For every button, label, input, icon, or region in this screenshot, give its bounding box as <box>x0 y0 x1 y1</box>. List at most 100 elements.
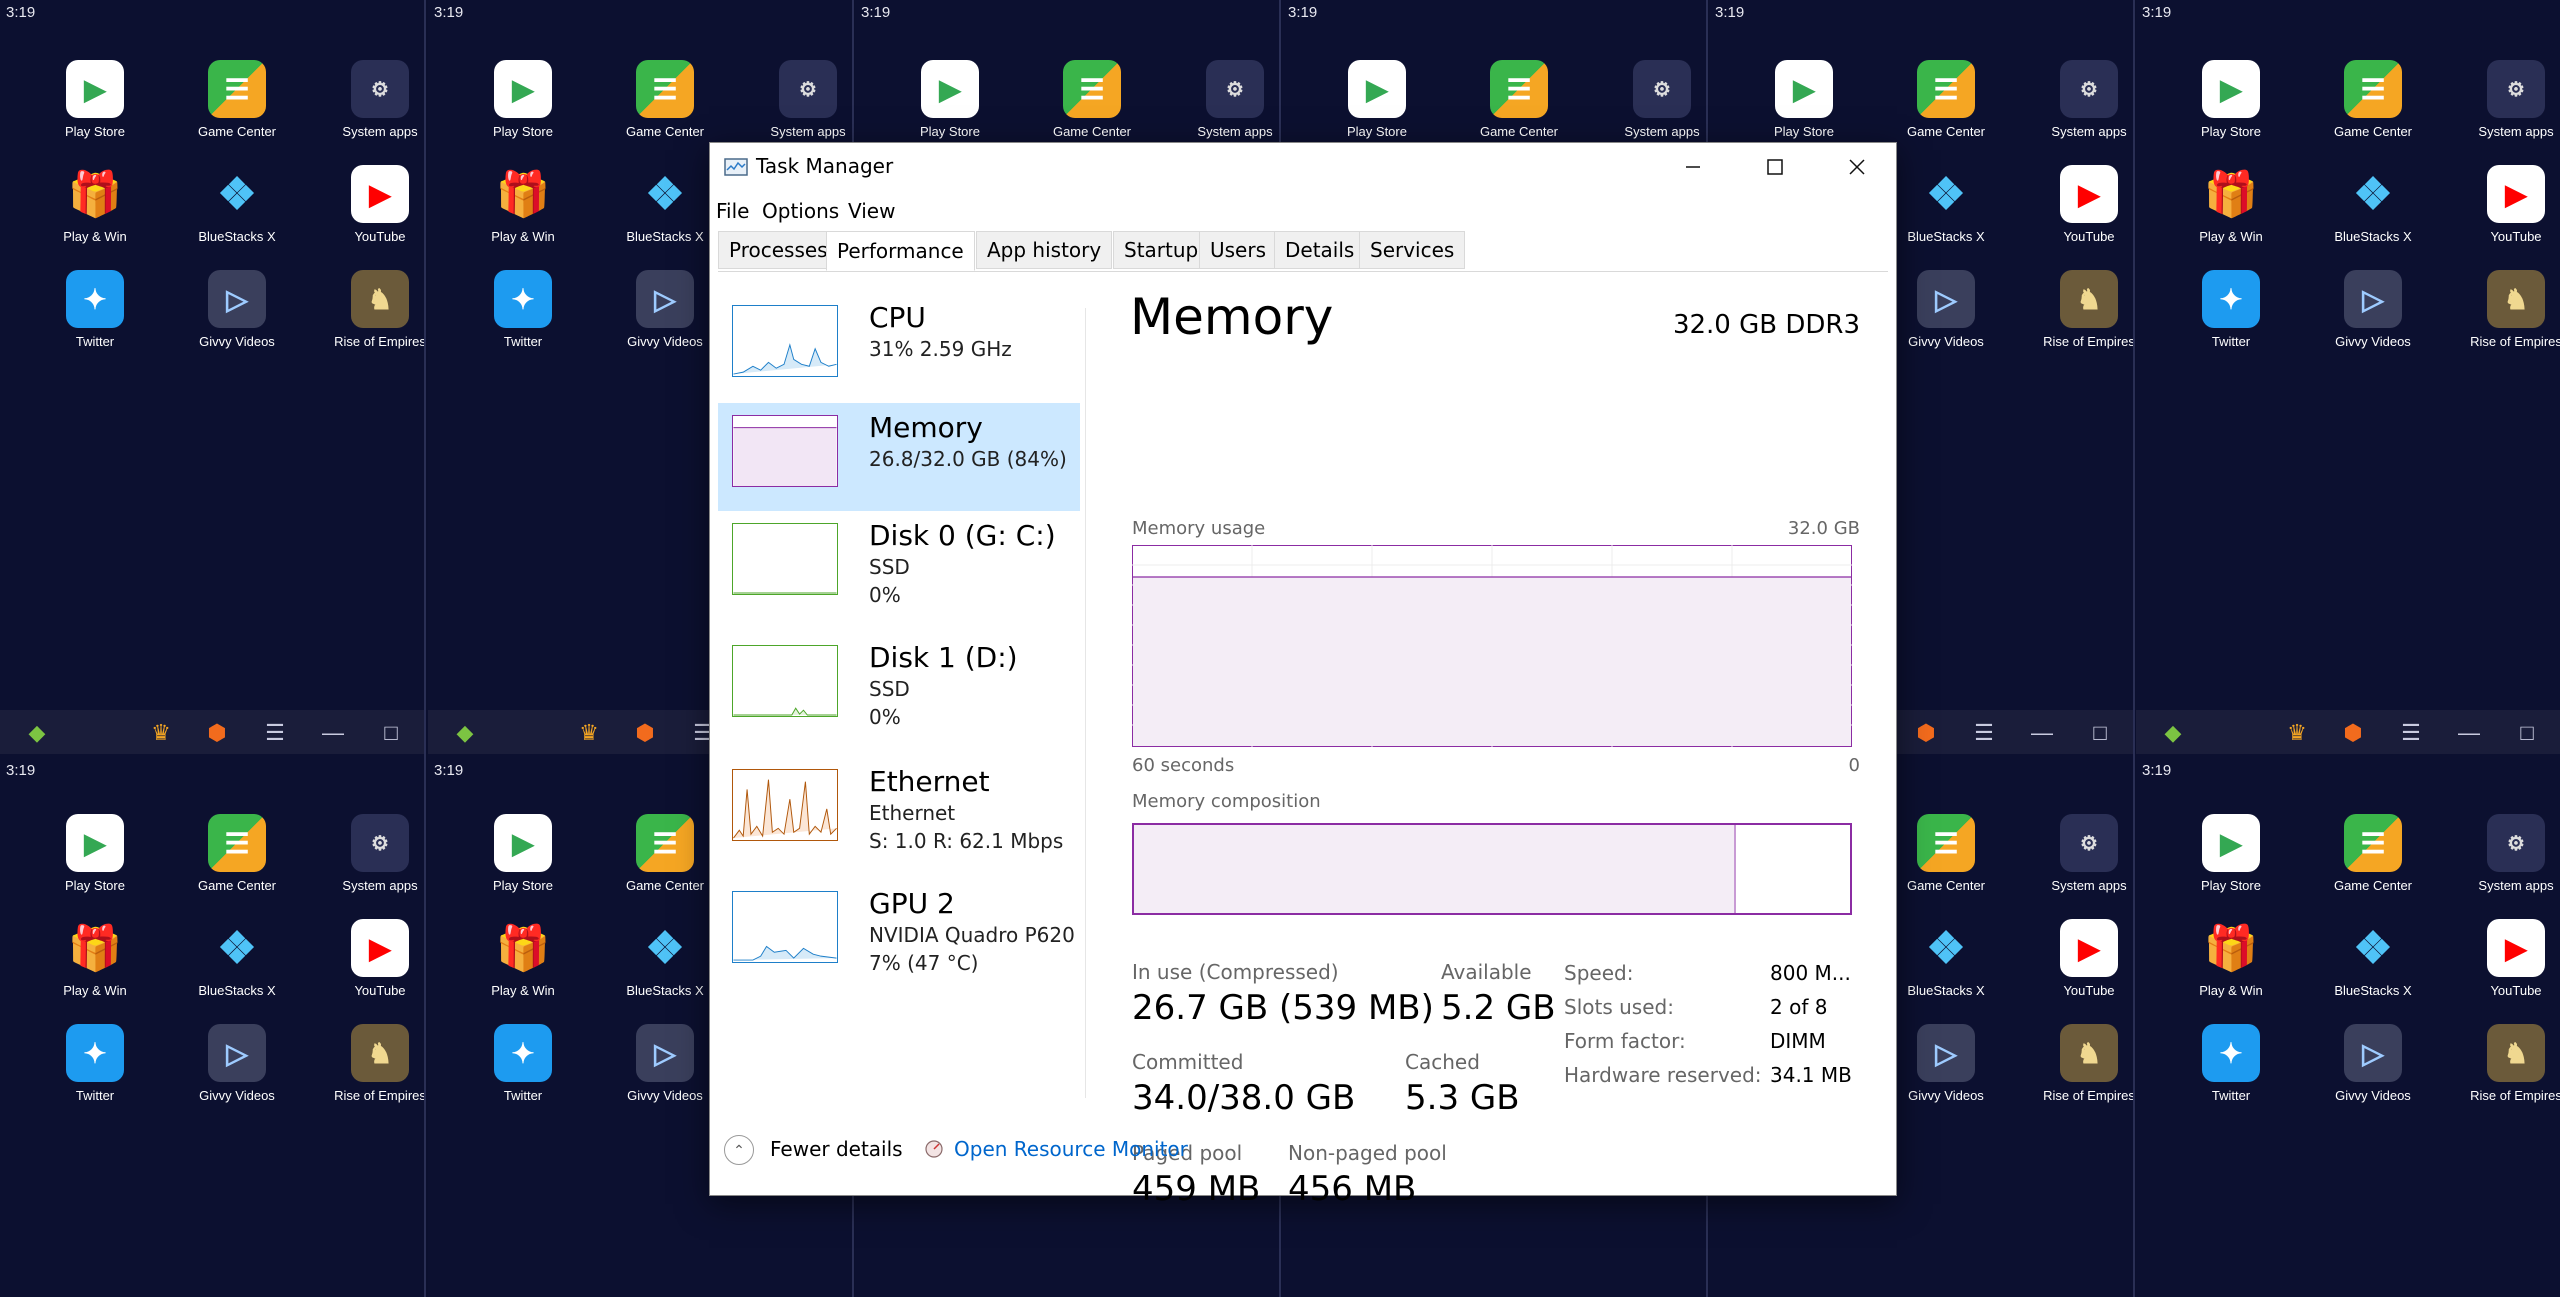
app-bluestacks-x[interactable]: ❖ BlueStacks X <box>605 919 725 999</box>
menu-file[interactable]: File <box>716 199 749 223</box>
resource-memory[interactable]: Memory 26.8/32.0 GB (84%) <box>718 403 1080 511</box>
app-givvy-videos[interactable]: ▷ Givvy Videos <box>1886 1024 2006 1103</box>
maximize-icon[interactable]: □ <box>378 720 404 746</box>
app-play-store[interactable]: ▶ Play Store <box>463 60 583 139</box>
app-twitter[interactable]: ✦ Twitter <box>35 1024 155 1103</box>
app-play-store[interactable]: ▶ Play Store <box>1317 60 1437 139</box>
tab-performance[interactable]: Performance <box>826 231 975 271</box>
hexagon-icon[interactable]: ⬢ <box>2340 720 2366 746</box>
app-givvy-videos[interactable]: ▷ Givvy Videos <box>1886 270 2006 349</box>
bluestacks-logo-icon[interactable]: ◆ <box>452 720 478 746</box>
app-rise-of-empires[interactable]: ♞ Rise of Empires <box>2456 1024 2560 1103</box>
app-twitter[interactable]: ✦ Twitter <box>35 270 155 349</box>
resource-disk-1[interactable]: Disk 1 (D:) SSD 0% <box>718 633 1080 741</box>
tab-processes[interactable]: Processes <box>718 231 839 269</box>
app-youtube[interactable]: ▶ YouTube <box>2029 919 2133 998</box>
app-gift[interactable]: 🎁 Play & Win <box>35 919 155 998</box>
app-game-center[interactable]: ☰ Game Center <box>177 814 297 893</box>
app-rise-of-empires[interactable]: ♞ Rise of Empires <box>2456 270 2560 349</box>
app-game-center[interactable]: ☰ Game Center <box>605 60 725 139</box>
hexagon-icon[interactable]: ⬢ <box>204 720 230 746</box>
maximize-icon[interactable]: □ <box>2514 720 2540 746</box>
app-system-apps[interactable]: ⚙ System apps <box>2456 60 2560 139</box>
app-rise-of-empires[interactable]: ♞ Rise of Empires <box>2029 270 2133 349</box>
app-givvy-videos[interactable]: ▷ Givvy Videos <box>605 1024 725 1103</box>
tab-details[interactable]: Details <box>1274 231 1366 269</box>
minimize-icon[interactable]: — <box>2029 720 2055 746</box>
app-givvy-videos[interactable]: ▷ Givvy Videos <box>605 270 725 349</box>
maximize-button[interactable] <box>1734 143 1816 191</box>
app-givvy-videos[interactable]: ▷ Givvy Videos <box>177 1024 297 1103</box>
app-givvy-videos[interactable]: ▷ Givvy Videos <box>2313 1024 2433 1103</box>
app-givvy-videos[interactable]: ▷ Givvy Videos <box>177 270 297 349</box>
bluestacks-logo-icon[interactable]: ◆ <box>24 720 50 746</box>
app-system-apps[interactable]: ⚙ System apps <box>2029 814 2133 893</box>
app-youtube[interactable]: ▶ YouTube <box>2456 165 2560 244</box>
app-game-center[interactable]: ☰ Game Center <box>2313 814 2433 893</box>
app-bluestacks-x[interactable]: ❖ BlueStacks X <box>177 165 297 245</box>
app-twitter[interactable]: ✦ Twitter <box>2171 1024 2291 1103</box>
crown-icon[interactable]: ♛ <box>148 720 174 746</box>
app-system-apps[interactable]: ⚙ System apps <box>748 60 852 139</box>
app-rise-of-empires[interactable]: ♞ Rise of Empires <box>320 1024 424 1103</box>
maximize-icon[interactable]: □ <box>2087 720 2113 746</box>
app-bluestacks-x[interactable]: ❖ BlueStacks X <box>177 919 297 999</box>
app-bluestacks-x[interactable]: ❖ BlueStacks X <box>1886 165 2006 245</box>
app-game-center[interactable]: ☰ Game Center <box>605 814 725 893</box>
app-bluestacks-x[interactable]: ❖ BlueStacks X <box>2313 919 2433 999</box>
resource-ethernet[interactable]: Ethernet Ethernet S: 1.0 R: 62.1 Mbps <box>718 757 1080 865</box>
hexagon-icon[interactable]: ⬢ <box>1913 720 1939 746</box>
tab-startup[interactable]: Startup <box>1113 231 1210 269</box>
menu-view[interactable]: View <box>848 199 895 223</box>
app-youtube[interactable]: ▶ YouTube <box>2029 165 2133 244</box>
app-game-center[interactable]: ☰ Game Center <box>2313 60 2433 139</box>
app-bluestacks-x[interactable]: ❖ BlueStacks X <box>605 165 725 245</box>
resource-disk-0[interactable]: Disk 0 (G: C:) SSD 0% <box>718 511 1080 619</box>
app-play-store[interactable]: ▶ Play Store <box>35 814 155 893</box>
tab-users[interactable]: Users <box>1199 231 1278 269</box>
app-bluestacks-x[interactable]: ❖ BlueStacks X <box>1886 919 2006 999</box>
app-twitter[interactable]: ✦ Twitter <box>463 270 583 349</box>
open-resource-monitor-link[interactable]: Open Resource Monitor <box>954 1137 1188 1161</box>
app-youtube[interactable]: ▶ YouTube <box>2456 919 2560 998</box>
app-youtube[interactable]: ▶ YouTube <box>320 165 424 244</box>
app-twitter[interactable]: ✦ Twitter <box>463 1024 583 1103</box>
app-gift[interactable]: 🎁 Play & Win <box>35 165 155 244</box>
app-gift[interactable]: 🎁 Play & Win <box>463 919 583 998</box>
app-bluestacks-x[interactable]: ❖ BlueStacks X <box>2313 165 2433 245</box>
app-system-apps[interactable]: ⚙ System apps <box>2456 814 2560 893</box>
app-play-store[interactable]: ▶ Play Store <box>35 60 155 139</box>
bluestacks-logo-icon[interactable]: ◆ <box>2160 720 2186 746</box>
app-system-apps[interactable]: ⚙ System apps <box>1602 60 1706 139</box>
minimize-icon[interactable]: — <box>320 720 346 746</box>
menu-options[interactable]: Options <box>762 199 839 223</box>
app-system-apps[interactable]: ⚙ System apps <box>2029 60 2133 139</box>
menu-icon[interactable]: ☰ <box>262 720 288 746</box>
app-twitter[interactable]: ✦ Twitter <box>2171 270 2291 349</box>
app-game-center[interactable]: ☰ Game Center <box>177 60 297 139</box>
app-system-apps[interactable]: ⚙ System apps <box>1175 60 1279 139</box>
app-rise-of-empires[interactable]: ♞ Rise of Empires <box>2029 1024 2133 1103</box>
tab-services[interactable]: Services <box>1359 231 1466 269</box>
app-givvy-videos[interactable]: ▷ Givvy Videos <box>2313 270 2433 349</box>
crown-icon[interactable]: ♛ <box>576 720 602 746</box>
app-gift[interactable]: 🎁 Play & Win <box>2171 919 2291 998</box>
hexagon-icon[interactable]: ⬢ <box>632 720 658 746</box>
close-button[interactable] <box>1816 143 1898 191</box>
app-gift[interactable]: 🎁 Play & Win <box>2171 165 2291 244</box>
menu-icon[interactable]: ☰ <box>1971 720 1997 746</box>
app-system-apps[interactable]: ⚙ System apps <box>320 60 424 139</box>
app-system-apps[interactable]: ⚙ System apps <box>320 814 424 893</box>
resource-cpu[interactable]: CPU 31% 2.59 GHz <box>718 293 1080 401</box>
app-gift[interactable]: 🎁 Play & Win <box>463 165 583 244</box>
app-play-store[interactable]: ▶ Play Store <box>890 60 1010 139</box>
menu-icon[interactable]: ☰ <box>2398 720 2424 746</box>
app-play-store[interactable]: ▶ Play Store <box>463 814 583 893</box>
app-game-center[interactable]: ☰ Game Center <box>1886 60 2006 139</box>
minimize-button[interactable] <box>1652 143 1734 191</box>
app-game-center[interactable]: ☰ Game Center <box>1032 60 1152 139</box>
app-play-store[interactable]: ▶ Play Store <box>2171 60 2291 139</box>
app-youtube[interactable]: ▶ YouTube <box>320 919 424 998</box>
app-play-store[interactable]: ▶ Play Store <box>1744 60 1864 139</box>
minimize-icon[interactable]: — <box>2456 720 2482 746</box>
